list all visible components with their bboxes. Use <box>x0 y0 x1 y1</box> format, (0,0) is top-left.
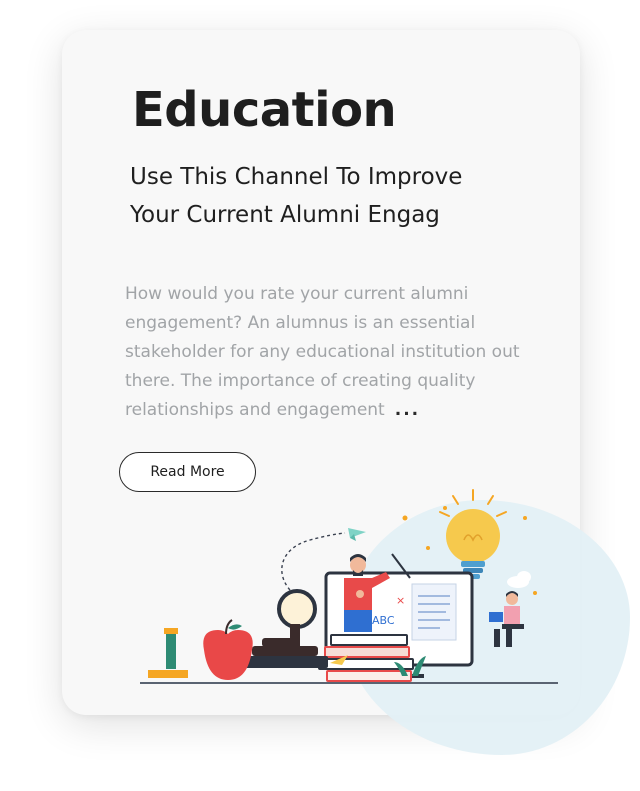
page: Education Use This Channel To Improve Yo… <box>0 0 640 791</box>
apple-icon <box>203 619 253 680</box>
lightbulb-icon <box>439 489 507 579</box>
flask-icon <box>148 628 188 678</box>
card-title: Education <box>132 82 397 138</box>
board-letters: ABC <box>372 614 395 627</box>
books-icon <box>318 634 414 682</box>
card-excerpt: How would you rate your current alumni e… <box>125 280 545 425</box>
subtitle-line-1: Use This Channel To Improve <box>130 164 463 190</box>
ellipsis: ... <box>394 400 421 420</box>
magnifier-icon <box>252 589 318 656</box>
card-subtitle: Use This Channel To Improve Your Current… <box>130 158 530 234</box>
student-figure <box>489 591 524 647</box>
cloud-icon <box>507 571 531 588</box>
excerpt-text: How would you rate your current alumni e… <box>125 284 520 420</box>
paper-plane-icon <box>348 528 366 541</box>
subtitle-line-2: Your Current Alumni Engag <box>130 202 440 228</box>
education-illustration: ABC × <box>140 489 558 684</box>
board-x-mark: × <box>396 594 405 607</box>
